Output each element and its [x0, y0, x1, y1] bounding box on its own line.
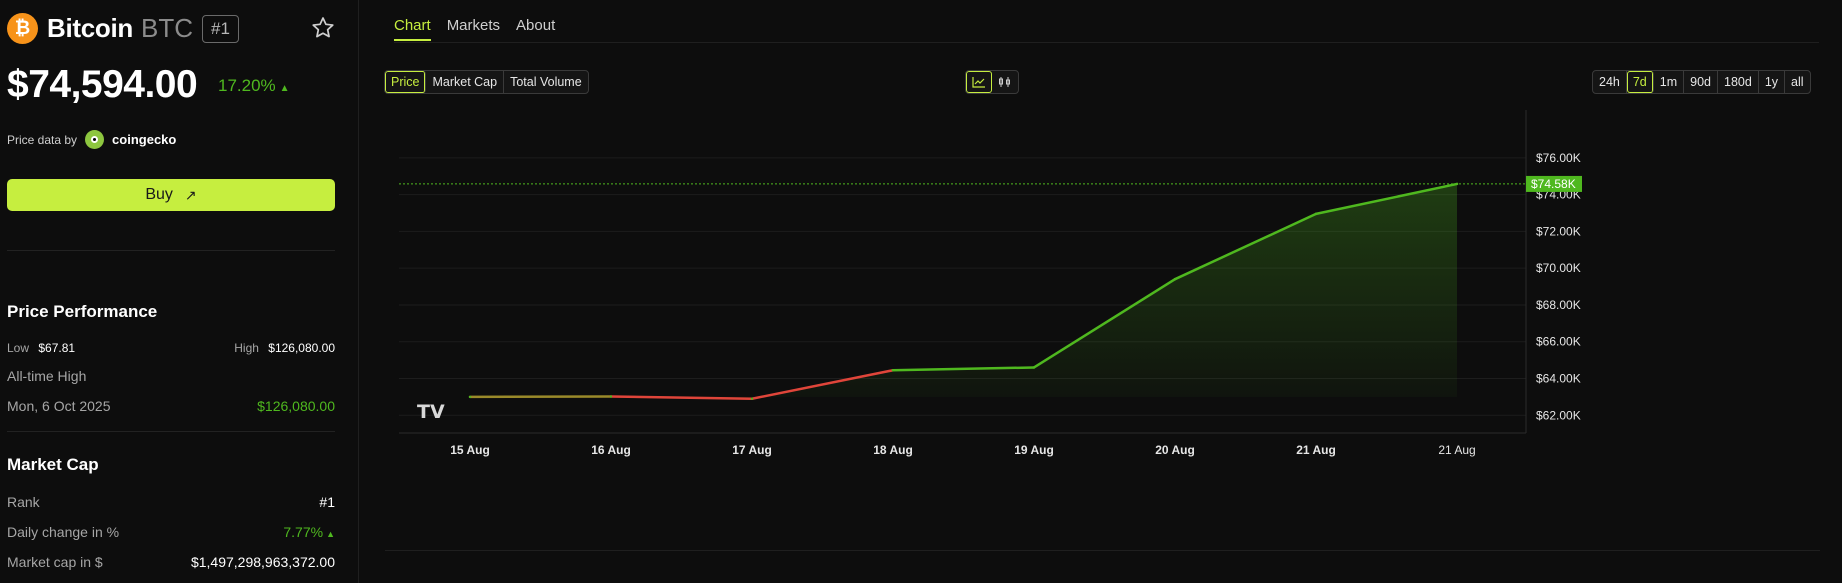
tab-about[interactable]: About [516, 17, 555, 41]
market-cap-row: Market cap in $ $1,497,298,963,372.00 [7, 554, 335, 570]
price-point [1314, 212, 1318, 216]
low-value: $67.81 [38, 341, 76, 355]
current-price: $74,594.00 [7, 63, 198, 106]
x-tick-label: 15 Aug [450, 443, 490, 457]
buy-label: Buy [145, 186, 173, 203]
tradingview-logo-icon: TV [417, 401, 445, 423]
main-panel: Chart Markets About Price Market Cap Tot… [359, 0, 1842, 583]
y-tick-label: $72.00K [1536, 224, 1581, 238]
daily-change-row: Daily change in % 7.77% ▲ [7, 524, 335, 540]
divider [7, 431, 335, 432]
price-change-value: 17.20% [218, 76, 276, 95]
x-tick-label: 19 Aug [1014, 443, 1054, 457]
x-tick-label: 16 Aug [591, 443, 631, 457]
buy-button[interactable]: Buy ↗ [7, 179, 335, 211]
rank-value: #1 [319, 494, 335, 510]
low-high-row: Low $67.81 High $126,080.00 [7, 341, 335, 355]
daily-change-label: Daily change in % [7, 524, 120, 540]
candlestick-chart-icon[interactable] [992, 71, 1018, 93]
tab-chart[interactable]: Chart [394, 17, 431, 41]
range-1y[interactable]: 1y [1759, 71, 1786, 93]
metric-total-volume[interactable]: Total Volume [504, 71, 588, 93]
rank-label: Rank [7, 494, 40, 510]
daily-change-value: 7.77% [283, 524, 324, 540]
price-source-label: Price data by [7, 132, 78, 147]
price-point [750, 397, 754, 400]
tab-bar: Chart Markets About [394, 17, 555, 41]
up-arrow-icon: ▲ [326, 529, 335, 539]
price-source-name[interactable]: coingecko [112, 132, 176, 147]
x-tick-label: 18 Aug [873, 443, 913, 457]
low-label: Low [7, 341, 30, 355]
ath-label: All-time High [7, 368, 87, 384]
price-point [1173, 277, 1177, 281]
range-180d[interactable]: 180d [1718, 71, 1759, 93]
market-cap-value: $1,497,298,963,372.00 [190, 554, 335, 570]
metric-price[interactable]: Price [385, 71, 427, 93]
price-change: 17.20% ▲ [218, 76, 290, 96]
app: ₿ Bitcoin BTC #1 $74,594.00 17.20% ▲ Pric… [0, 0, 1842, 583]
range-all[interactable]: all [1785, 71, 1810, 93]
range-selector: 24h 7d 1m 90d 180d 1y all [1592, 70, 1811, 94]
range-24h[interactable]: 24h [1593, 71, 1627, 93]
current-price-label: $74.58K [1531, 177, 1576, 191]
coin-symbol: BTC [141, 13, 194, 43]
range-1m[interactable]: 1m [1654, 71, 1685, 93]
divider [7, 250, 335, 251]
ath-label-row: All-time High [7, 368, 335, 384]
range-7d[interactable]: 7d [1627, 71, 1654, 93]
price-point [1032, 366, 1036, 369]
x-tick-label: 21 Aug [1438, 443, 1475, 457]
rank-row: Rank #1 [7, 494, 335, 510]
market-cap-label: Market cap in $ [7, 554, 103, 570]
x-tick-label: 17 Aug [732, 443, 772, 457]
chart-bottom-divider [385, 550, 1820, 551]
metric-selector: Price Market Cap Total Volume [384, 70, 589, 94]
y-tick-label: $66.00K [1536, 335, 1581, 349]
price-chart-svg: $62.00K $64.00K $66.00K $68.00K $70.00K $72.0… [399, 110, 1582, 457]
line-chart-icon[interactable] [966, 71, 992, 93]
chart-type-selector [965, 70, 1019, 94]
coin-name: Bitcoin [47, 13, 134, 43]
high-value: $126,080.00 [268, 341, 335, 355]
price-point [891, 369, 895, 372]
y-tick-label: $64.00K [1536, 372, 1581, 386]
y-tick-label: $70.00K [1536, 261, 1581, 275]
tab-markets[interactable]: Markets [447, 17, 500, 41]
metric-market-cap[interactable]: Market Cap [426, 71, 505, 93]
coingecko-logo-icon [85, 130, 105, 149]
x-tick-label: 20 Aug [1155, 443, 1195, 457]
tabs-divider [394, 42, 1819, 43]
coin-header: ₿ Bitcoin BTC #1 [7, 13, 239, 44]
y-tick-label: $62.00K [1536, 408, 1581, 422]
x-tick-label: 21 Aug [1296, 443, 1336, 457]
price-source: Price data by coingecko [7, 130, 176, 149]
market-cap-title: Market Cap [7, 455, 99, 474]
ath-row: Mon, 6 Oct 2025 $126,080.00 [7, 398, 335, 414]
price-point [468, 395, 472, 399]
sidebar: ₿ Bitcoin BTC #1 $74,594.00 17.20% ▲ Pric… [0, 0, 359, 583]
price-performance-title: Price Performance [7, 302, 158, 321]
bitcoin-logo-icon: ₿ [7, 13, 38, 44]
ath-date: Mon, 6 Oct 2025 [7, 398, 111, 414]
price-line-segment [609, 395, 754, 400]
price-chart[interactable]: $62.00K $64.00K $66.00K $68.00K $70.00K $72.0… [359, 110, 1842, 540]
star-icon[interactable] [310, 15, 336, 41]
rank-badge: #1 [202, 14, 239, 43]
y-tick-label: $68.00K [1536, 298, 1581, 312]
external-arrow-icon: ↗ [184, 186, 197, 203]
ath-value: $126,080.00 [257, 398, 335, 414]
y-tick-label: $76.00K [1536, 151, 1581, 165]
range-90d[interactable]: 90d [1684, 71, 1718, 93]
up-arrow-icon: ▲ [279, 83, 290, 94]
high-label: High [234, 341, 259, 355]
price-point [609, 395, 613, 398]
